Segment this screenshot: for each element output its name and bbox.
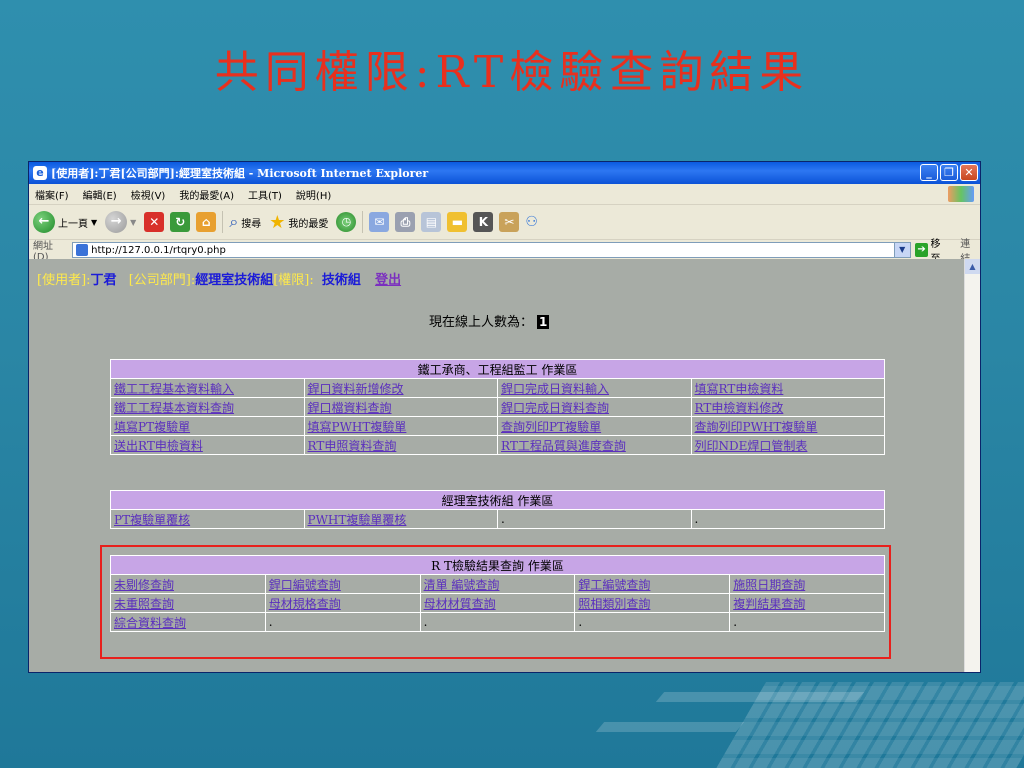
panel-tech: 經理室技術組 作業區 PT複驗單覆核 PWHT複驗單覆核 . . (110, 490, 885, 529)
home-icon[interactable]: ⌂ (196, 212, 217, 232)
toolbar: ← 上一頁 ▼ → ▼ ✕ ↻ ⌂ ⌕ 搜尋 ★ 我的最愛 ◷ ✉ ⎙ ▤ ▬ … (29, 205, 980, 240)
ie-icon: e (33, 166, 47, 180)
table-cell-link[interactable]: 填寫PWHT複驗單 (308, 420, 407, 434)
vertical-scrollbar[interactable]: ▲ (964, 259, 980, 672)
table-cell-link[interactable]: 填寫RT申檢資料 (695, 382, 784, 396)
address-input[interactable]: http://127.0.0.1/rtqry0.php ▼ (72, 242, 911, 258)
folder-icon[interactable]: ▬ (447, 212, 468, 232)
table-cell-link[interactable]: 照相類別查詢 (578, 597, 650, 611)
menu-edit[interactable]: 編輯(E) (83, 187, 117, 202)
edit-icon[interactable]: ▤ (421, 212, 442, 232)
table-cell-link[interactable]: 未重照查詢 (114, 597, 174, 611)
table-cell-link[interactable]: 銲口編號查詢 (269, 578, 341, 592)
refresh-icon[interactable]: ↻ (170, 212, 191, 232)
table-cell-link[interactable]: 母材規格查詢 (269, 597, 341, 611)
search-icon: ⌕ (229, 212, 239, 231)
table-cell-link[interactable]: 銲工編號查詢 (578, 578, 650, 592)
window-title: [使用者]:丁君[公司部門]:經理室技術組 - Microsoft Intern… (51, 167, 429, 180)
forward-arrow-icon: → (105, 211, 128, 233)
table-cell-link[interactable]: RT申檢資料修改 (695, 401, 784, 415)
panel-header: R T檢驗結果查詢 作業區 (110, 555, 885, 575)
page-icon (76, 244, 89, 256)
panel-header: 經理室技術組 作業區 (110, 490, 885, 510)
table-cell-link[interactable]: RT申照資料查詢 (308, 439, 397, 453)
go-arrow-icon: ➔ (914, 243, 929, 257)
back-arrow-icon: ← (33, 211, 55, 233)
table-cell-link[interactable]: 銲口資料新增修改 (308, 382, 404, 396)
table-cell-link[interactable]: 銲口檔資料查詢 (308, 401, 392, 415)
table-cell-link[interactable]: 清單 編號查詢 (424, 578, 500, 592)
table-cell: . (574, 612, 731, 632)
address-bar: 網址(D) http://127.0.0.1/rtqry0.php ▼ ➔ 移至… (29, 239, 980, 265)
menu-view[interactable]: 檢視(V) (131, 187, 166, 202)
back-button[interactable]: ← 上一頁 ▼ (33, 211, 97, 233)
print-icon[interactable]: ⎙ (395, 212, 416, 232)
panel-header: 鐵工承商、工程組監工 作業區 (110, 359, 885, 379)
menu-tools[interactable]: 工具(T) (248, 187, 282, 202)
table-cell-link[interactable]: 填寫PT複驗單 (114, 420, 190, 434)
mail-icon[interactable]: ✉ (369, 212, 390, 232)
minimize-button[interactable]: _ (920, 164, 938, 181)
table-cell-link[interactable]: 查詢列印PT複驗單 (501, 420, 601, 434)
menu-favorites[interactable]: 我的最愛(A) (179, 187, 234, 202)
table-cell-link[interactable]: 送出RT申檢資料 (114, 439, 203, 453)
table-cell: . (419, 612, 576, 632)
table-cell-link[interactable]: PWHT複驗單覆核 (308, 513, 407, 527)
table-cell-link[interactable]: 鐵工工程基本資料查詢 (114, 401, 234, 415)
table-cell-link[interactable]: 母材材質查詢 (424, 597, 496, 611)
address-url: http://127.0.0.1/rtqry0.php (91, 244, 226, 256)
table-cell-link[interactable]: 銲口完成日資料輸入 (501, 382, 609, 396)
user-info: [使用者]:丁君 [公司部門]:經理室技術組[權限]: 技術組 登出 (37, 273, 402, 288)
table-cell-link[interactable]: 複判結果查詢 (733, 597, 805, 611)
table-cell: . (264, 612, 421, 632)
online-count: 現在線上人數為： 1 (429, 315, 550, 330)
windows-flag-icon (948, 186, 974, 202)
title-bar[interactable]: e [使用者]:丁君[公司部門]:經理室技術組 - Microsoft Inte… (29, 162, 980, 184)
table-cell-link[interactable]: 鐵工工程基本資料輸入 (114, 382, 234, 396)
chevron-down-icon[interactable]: ▼ (893, 243, 910, 257)
table-cell-link[interactable]: 查詢列印PWHT複驗單 (695, 420, 818, 434)
browser-window: e [使用者]:丁君[公司部門]:經理室技術組 - Microsoft Inte… (28, 161, 981, 673)
table-cell: . (690, 509, 885, 529)
menu-bar: 檔案(F) 編輯(E) 檢視(V) 我的最愛(A) 工具(T) 說明(H) (29, 184, 980, 205)
background-decoration (0, 672, 1024, 768)
page-content: [使用者]:丁君 [公司部門]:經理室技術組[權限]: 技術組 登出 現在線上人… (29, 259, 965, 672)
messenger-icon[interactable]: ⚇ (525, 214, 538, 230)
table-cell-link[interactable]: 施照日期查詢 (733, 578, 805, 592)
close-button[interactable]: ✕ (960, 164, 978, 181)
table-cell-link[interactable]: RT工程品質與進度查詢 (501, 439, 626, 453)
stop-icon[interactable]: ✕ (144, 212, 165, 232)
panel-contractor: 鐵工承商、工程組監工 作業區 鐵工工程基本資料輸入 銲口資料新增修改 銲口完成日… (110, 359, 885, 455)
table-cell-link[interactable]: PT複驗單覆核 (114, 513, 190, 527)
table-cell: . (729, 612, 885, 632)
table-cell: . (497, 509, 692, 529)
maximize-button[interactable]: ❐ (940, 164, 958, 181)
research-icon[interactable]: K (473, 212, 494, 232)
history-icon[interactable]: ◷ (336, 212, 357, 232)
logout-link[interactable]: 登出 (375, 273, 401, 288)
table-cell-link[interactable]: 銲口完成日資料查詢 (501, 401, 609, 415)
menu-help[interactable]: 說明(H) (296, 187, 331, 202)
forward-button[interactable]: → ▼ (105, 211, 136, 233)
panel-rt-query: R T檢驗結果查詢 作業區 未剔修查詢 銲口編號查詢 清單 編號查詢 銲工編號查… (110, 555, 885, 632)
favorites-button[interactable]: ★ 我的最愛 (269, 212, 328, 233)
menu-file[interactable]: 檔案(F) (35, 187, 69, 202)
chevron-down-icon: ▼ (130, 217, 137, 227)
star-icon: ★ (269, 211, 286, 233)
chevron-down-icon: ▼ (91, 217, 98, 227)
table-cell-link[interactable]: 綜合資料查詢 (114, 616, 186, 630)
table-cell-link[interactable]: 未剔修查詢 (114, 578, 174, 592)
slide-title: 共同權限:RT檢驗查詢結果 (214, 47, 810, 98)
table-cell-link[interactable]: 列印NDE焊口管制表 (695, 439, 808, 453)
search-button[interactable]: ⌕ 搜尋 (229, 212, 261, 232)
scroll-up-icon[interactable]: ▲ (965, 259, 980, 274)
tools-icon[interactable]: ✂ (499, 212, 520, 232)
